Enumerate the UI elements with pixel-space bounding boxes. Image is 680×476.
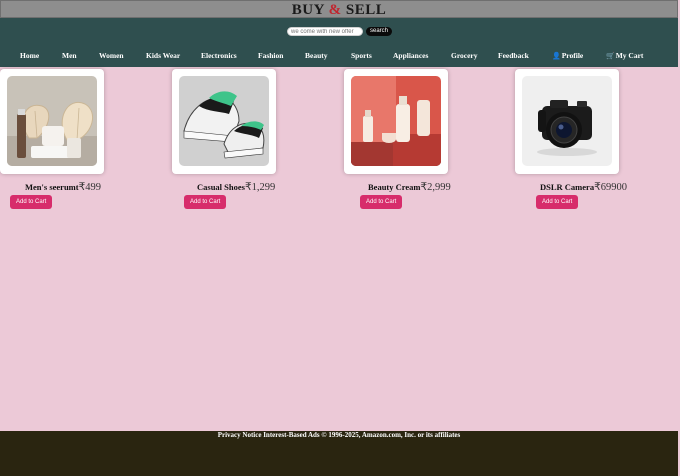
search-input[interactable]	[287, 27, 363, 36]
nav-item-feedback[interactable]: Feedback	[498, 51, 529, 61]
nav-item-grocery[interactable]: Grocery	[451, 51, 478, 61]
nav-item-men[interactable]: Men	[62, 51, 77, 61]
add-to-cart-button[interactable]: Add to Cart	[10, 195, 53, 209]
product-image-dslr-camera	[522, 76, 612, 166]
add-to-cart-button[interactable]: Add to Cart	[360, 195, 403, 209]
person-icon: 👤	[552, 52, 561, 60]
product-title: Beauty Cream₹2,999	[368, 182, 451, 193]
nav-item-kids-wear[interactable]: Kids Wear	[146, 51, 180, 61]
product-card-image[interactable]	[515, 69, 619, 174]
product-card-image[interactable]	[0, 69, 104, 174]
search-bar: search	[287, 27, 393, 36]
profile-label: Profile	[561, 51, 584, 60]
add-to-cart-button[interactable]: Add to Cart	[536, 195, 579, 209]
nav-item-sports[interactable]: Sports	[351, 51, 372, 61]
title-bar: BUY & SELL	[0, 0, 678, 18]
add-to-cart-button[interactable]: Add to Cart	[184, 195, 227, 209]
nav-item-women[interactable]: Women	[99, 51, 124, 61]
footer-text: Privacy Notice Interest-Based Ads © 1996…	[217, 431, 461, 439]
footer: Privacy Notice Interest-Based Ads © 1996…	[0, 431, 678, 476]
nav-item-home[interactable]: Home	[20, 51, 39, 61]
nav-item-beauty[interactable]: Beauty	[305, 51, 328, 61]
product-price: ₹2,999	[420, 182, 451, 193]
product-card-image[interactable]	[172, 69, 276, 174]
nav-item-my-cart[interactable]: 🛒My Cart	[606, 51, 643, 61]
nav-item-electronics[interactable]: Electronics	[201, 51, 237, 61]
nav-item-profile[interactable]: 👤Profile	[552, 51, 583, 61]
product-price: ₹499	[78, 182, 102, 193]
search-button[interactable]: search	[366, 27, 393, 36]
cart-icon: 🛒	[606, 52, 615, 60]
brand-logo[interactable]: BUY & SELL	[292, 2, 386, 18]
product-title: DSLR Camera₹69900	[540, 182, 628, 193]
product-price: ₹1,299	[244, 182, 276, 193]
nav-item-fashion[interactable]: Fashion	[258, 51, 283, 61]
product-price: ₹69900	[594, 182, 628, 193]
product-title: Men's seerumt₹499	[25, 182, 102, 193]
product-image-skincare	[7, 76, 97, 166]
cart-label: My Cart	[615, 51, 644, 60]
product-image-beauty-cream	[351, 76, 441, 166]
nav-item-appliances[interactable]: Appliances	[393, 51, 428, 61]
product-title: Casual Shoes₹1,299	[197, 182, 276, 193]
product-card-image[interactable]	[344, 69, 448, 174]
product-image-shoes	[179, 76, 269, 166]
main-nav: Home Men Women Kids Wear Electronics Fas…	[0, 51, 678, 63]
header: search Home Men Women Kids Wear Electron…	[0, 18, 678, 67]
